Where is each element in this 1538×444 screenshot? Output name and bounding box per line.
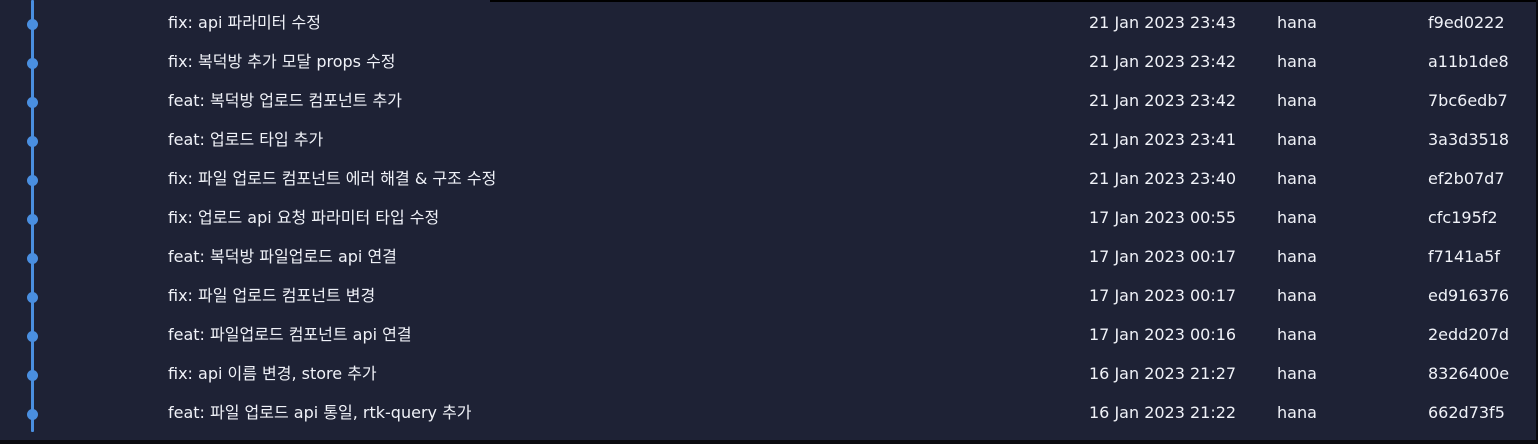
commit-author: hana xyxy=(1277,247,1317,266)
commit-author: hana xyxy=(1277,91,1317,110)
commit-message: feat: 업로드 타입 추가 xyxy=(168,130,324,149)
commit-node-icon xyxy=(27,370,38,381)
commit-node-icon xyxy=(27,292,38,303)
commit-message: fix: 파일 업로드 컴포넌트 변경 xyxy=(168,286,376,305)
commit-author: hana xyxy=(1277,169,1317,188)
commit-author: hana xyxy=(1277,403,1317,422)
commit-node-icon xyxy=(27,214,38,225)
commit-message: fix: api 이름 변경, store 추가 xyxy=(168,364,377,383)
commit-row[interactable]: feat: 복덕방 파일업로드 api 연결 17 Jan 2023 00:17 h… xyxy=(0,238,1538,277)
commit-node-icon xyxy=(27,175,38,186)
commit-hash: 3a3d3518 xyxy=(1428,130,1510,149)
commit-row[interactable]: fix: 업로드 api 요청 파라미터 타입 수정 17 Jan 2023 00… xyxy=(0,199,1538,238)
commit-author: hana xyxy=(1277,52,1317,71)
commit-history-panel: fix: api 파라미터 수정 21 Jan 2023 23:43 hana f9e… xyxy=(0,0,1538,444)
commit-node-icon xyxy=(27,19,38,30)
commit-hash: ed916376 xyxy=(1428,286,1510,305)
commit-hash: ef2b07d7 xyxy=(1428,169,1505,188)
commit-date: 21 Jan 2023 23:43 xyxy=(1089,13,1237,32)
commit-row[interactable]: fix: api 파라미터 수정 21 Jan 2023 23:43 hana f9e… xyxy=(0,4,1538,43)
commit-date: 21 Jan 2023 23:41 xyxy=(1089,130,1237,149)
commit-row[interactable]: fix: 파일 업로드 컴포넌트 변경 17 Jan 2023 00:17 hana… xyxy=(0,277,1538,316)
commit-row[interactable]: fix: 파일 업로드 컴포넌트 에러 해결 & 구조 수정 21 Jan 202… xyxy=(0,160,1538,199)
commit-message: fix: api 파라미터 수정 xyxy=(168,13,321,32)
commit-date: 21 Jan 2023 23:40 xyxy=(1089,169,1237,188)
commit-date: 17 Jan 2023 00:16 xyxy=(1089,325,1237,344)
commit-list: fix: api 파라미터 수정 21 Jan 2023 23:43 hana f9e… xyxy=(0,4,1538,433)
commit-hash: f9ed0222 xyxy=(1428,13,1505,32)
commit-message: fix: 파일 업로드 컴포넌트 에러 해결 & 구조 수정 xyxy=(168,169,497,188)
commit-hash: 662d73f5 xyxy=(1428,403,1505,422)
commit-row[interactable]: feat: 업로드 타입 추가 21 Jan 2023 23:41 hana 3a3d… xyxy=(0,121,1538,160)
commit-date: 21 Jan 2023 23:42 xyxy=(1089,91,1237,110)
commit-message: feat: 복덕방 업로드 컴포넌트 추가 xyxy=(168,91,402,110)
commit-hash: 2edd207d xyxy=(1428,325,1510,344)
commit-date: 16 Jan 2023 21:27 xyxy=(1089,364,1237,383)
commit-node-icon xyxy=(27,253,38,264)
commit-node-icon xyxy=(27,409,38,420)
commit-row[interactable]: feat: 파일 업로드 api 통일, rtk-query 추가 16 Jan … xyxy=(0,394,1538,433)
commit-date: 16 Jan 2023 21:22 xyxy=(1089,403,1237,422)
commit-date: 17 Jan 2023 00:17 xyxy=(1089,286,1237,305)
commit-row[interactable]: feat: 복덕방 업로드 컴포넌트 추가 21 Jan 2023 23:42 ha… xyxy=(0,82,1538,121)
top-border xyxy=(490,0,1538,2)
commit-date: 17 Jan 2023 00:17 xyxy=(1089,247,1237,266)
commit-author: hana xyxy=(1277,364,1317,383)
commit-author: hana xyxy=(1277,208,1317,227)
commit-author: hana xyxy=(1277,130,1317,149)
commit-row[interactable]: fix: 복덕방 추가 모달 props 수정 21 Jan 2023 23:42… xyxy=(0,43,1538,82)
commit-date: 17 Jan 2023 00:55 xyxy=(1089,208,1237,227)
commit-hash: a11b1de8 xyxy=(1428,52,1509,71)
commit-node-icon xyxy=(27,58,38,69)
commit-hash: cfc195f2 xyxy=(1428,208,1498,227)
commit-hash: 7bc6edb7 xyxy=(1428,91,1508,110)
commit-message: feat: 복덕방 파일업로드 api 연결 xyxy=(168,247,397,266)
commit-row[interactable]: feat: 파일업로드 컴포넌트 api 연결 17 Jan 2023 00:16… xyxy=(0,316,1538,355)
commit-message: fix: 복덕방 추가 모달 props 수정 xyxy=(168,52,396,71)
commit-author: hana xyxy=(1277,13,1317,32)
commit-date: 21 Jan 2023 23:42 xyxy=(1089,52,1237,71)
bottom-border xyxy=(0,440,1538,444)
commit-message: feat: 파일 업로드 api 통일, rtk-query 추가 xyxy=(168,403,472,422)
commit-author: hana xyxy=(1277,286,1317,305)
commit-message: feat: 파일업로드 컴포넌트 api 연결 xyxy=(168,325,412,344)
commit-node-icon xyxy=(27,331,38,342)
commit-author: hana xyxy=(1277,325,1317,344)
commit-row[interactable]: fix: api 이름 변경, store 추가 16 Jan 2023 21:2… xyxy=(0,355,1538,394)
commit-hash: f7141a5f xyxy=(1428,247,1500,266)
commit-hash: 8326400e xyxy=(1428,364,1510,383)
commit-node-icon xyxy=(27,97,38,108)
commit-node-icon xyxy=(27,136,38,147)
commit-message: fix: 업로드 api 요청 파라미터 타입 수정 xyxy=(168,208,440,227)
